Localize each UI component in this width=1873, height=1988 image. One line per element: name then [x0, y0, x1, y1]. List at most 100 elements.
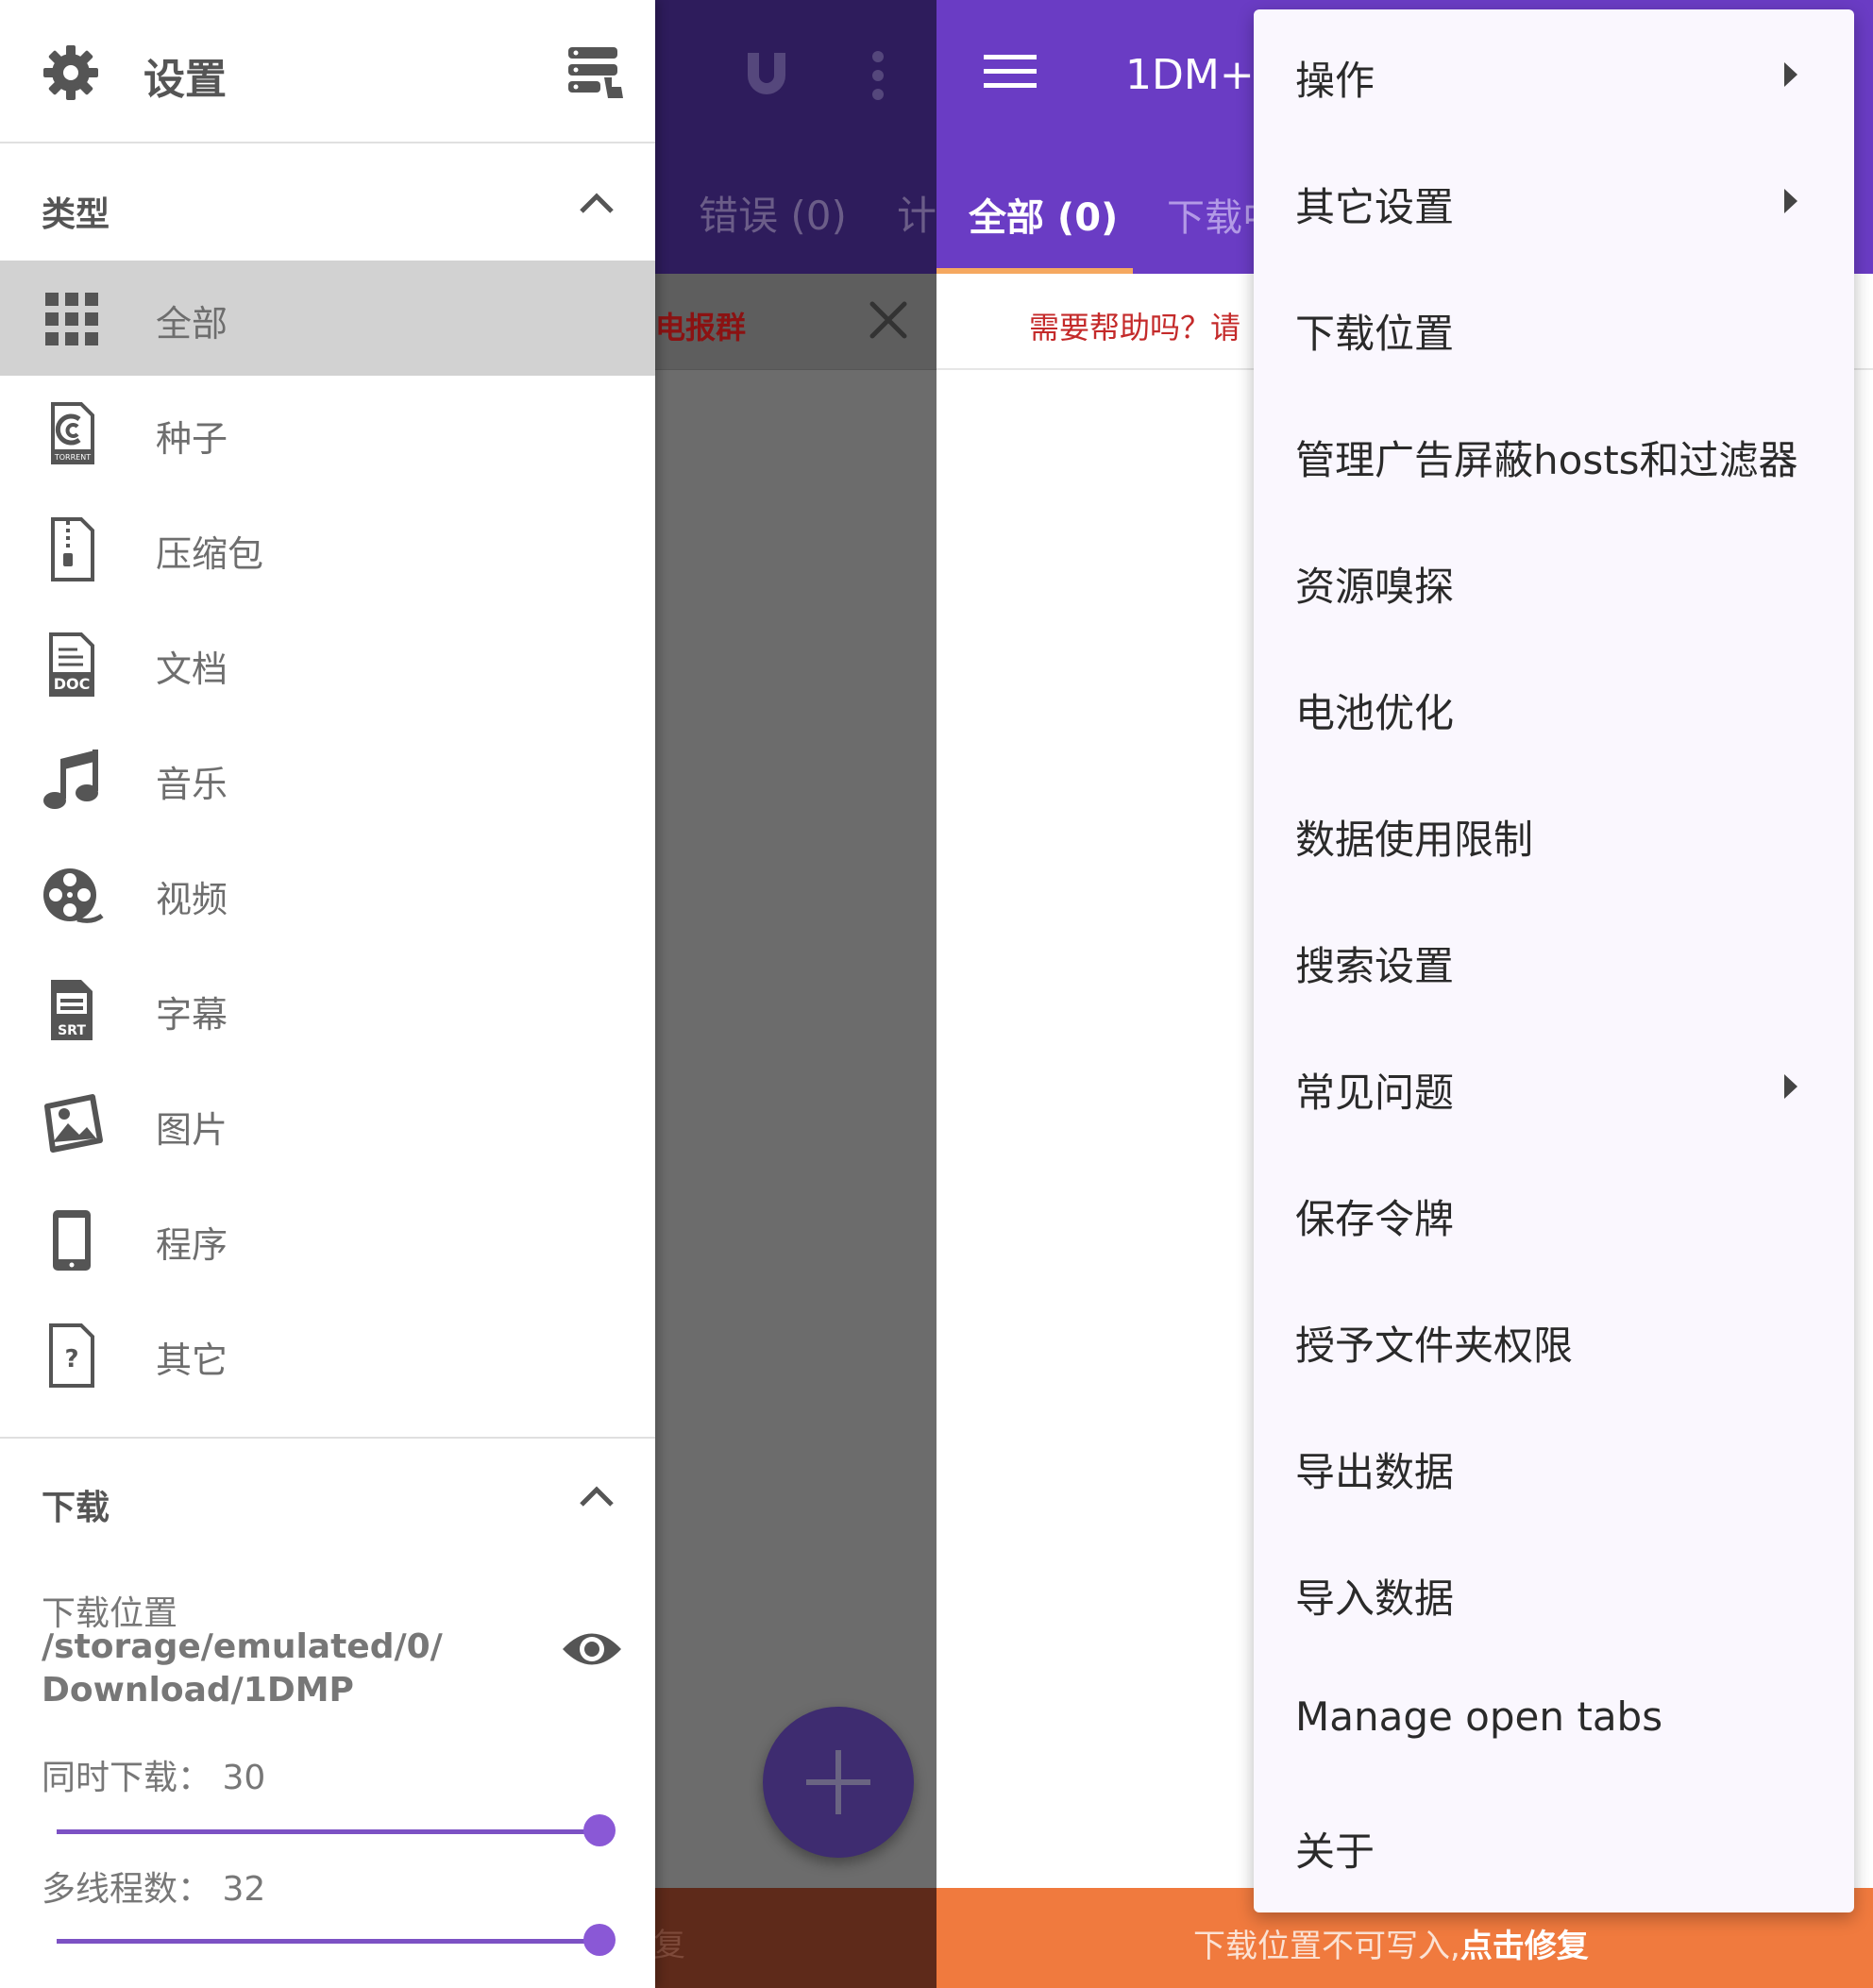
slider-track	[57, 1829, 602, 1834]
menu-item-battery-optimization[interactable]: 电池优化	[1254, 642, 1854, 768]
plus-icon	[806, 1750, 870, 1814]
thread-count-text: 多线程数：	[42, 1870, 212, 1909]
category-item-subtitle[interactable]: SRT 字幕	[0, 952, 655, 1067]
category-label: 其它	[156, 1339, 228, 1381]
menu-item-label: 保存令牌	[1295, 1196, 1455, 1242]
menu-item-label: 操作	[1295, 58, 1375, 104]
tab-partial[interactable]: 计	[897, 184, 936, 242]
types-section-header[interactable]: 类型	[0, 147, 655, 261]
category-item-other[interactable]: ? 其它	[0, 1297, 655, 1412]
category-item-torrent[interactable]: TORRENT 种子	[0, 376, 655, 491]
tab-errors[interactable]: 错误 (0)	[699, 184, 847, 242]
category-item-music[interactable]: 音乐	[0, 721, 655, 836]
doc-file-icon: DOC	[49, 632, 94, 697]
add-download-fab[interactable]	[763, 1707, 914, 1858]
drawer-header: 设置	[0, 0, 655, 143]
thread-count-value: 32	[222, 1870, 266, 1909]
menu-item-resource-sniffer[interactable]: 资源嗅探	[1254, 515, 1854, 642]
submenu-arrow-icon	[1784, 189, 1797, 213]
category-item-all[interactable]: 全部	[0, 261, 655, 376]
category-item-document[interactable]: DOC 文档	[0, 606, 655, 721]
category-label: 全部	[156, 303, 228, 345]
menu-item-label: 关于	[1295, 1828, 1375, 1875]
drawer-title: 设置	[143, 56, 227, 104]
eye-icon[interactable]	[561, 1626, 623, 1673]
menu-item-label: 常见问题	[1295, 1070, 1455, 1116]
menu-item-data-limit[interactable]: 数据使用限制	[1254, 768, 1854, 895]
concurrent-downloads-value: 30	[222, 1759, 266, 1797]
download-section-header[interactable]: 下载	[0, 1440, 655, 1554]
category-label: 压缩包	[156, 533, 264, 575]
gear-icon[interactable]	[42, 43, 100, 102]
magnet-icon[interactable]	[740, 49, 793, 102]
types-section-title: 类型	[42, 195, 110, 234]
help-banner-text[interactable]: 需要帮助吗？请	[1029, 304, 1240, 347]
category-label: 字幕	[156, 994, 228, 1036]
srt-file-icon: SRT	[51, 980, 93, 1040]
menu-item-label: 搜索设置	[1295, 943, 1455, 989]
menu-item-label: 下载位置	[1295, 311, 1455, 357]
thread-count-slider[interactable]	[57, 1922, 616, 1960]
tab-all[interactable]: 全部 (0)	[969, 187, 1118, 242]
concurrent-downloads-label: 同时下载： 30	[42, 1750, 265, 1799]
category-item-image[interactable]: 图片	[0, 1067, 655, 1182]
menu-item-label: 管理广告屏蔽hosts和过滤器	[1295, 437, 1798, 483]
fix-link[interactable]: 点击修复	[1460, 1928, 1589, 1965]
thread-count-label: 多线程数： 32	[42, 1862, 265, 1911]
menu-item-folder-permission[interactable]: 授予文件夹权限	[1254, 1274, 1854, 1401]
menu-item-save-token[interactable]: 保存令牌	[1254, 1148, 1854, 1274]
phone-icon	[53, 1210, 91, 1271]
category-label: 音乐	[156, 764, 228, 805]
torrent-icon: TORRENT	[51, 402, 94, 464]
navigation-drawer: 设置 类型 全部 TORRENT 种子 压缩包 DOC 文档 音乐 视频 SRT…	[0, 0, 655, 1988]
left-screenshot: 错误 (0) 计 电报群 复 设置 类型 全部 TORRENT 种子 压缩包 D…	[0, 0, 936, 1988]
concurrent-downloads-slider[interactable]	[57, 1812, 616, 1850]
category-label: 视频	[156, 879, 228, 920]
image-icon	[44, 1094, 103, 1153]
menu-item-label: 授予文件夹权限	[1295, 1323, 1574, 1369]
chevron-up-icon[interactable]	[578, 191, 616, 215]
section-divider	[0, 1437, 655, 1439]
slider-thumb[interactable]	[583, 1814, 616, 1846]
server-settings-icon[interactable]	[566, 45, 625, 100]
submenu-arrow-icon	[1784, 1074, 1797, 1099]
menu-item-adblock[interactable]: 管理广告屏蔽hosts和过滤器	[1254, 389, 1854, 515]
download-location-path[interactable]: /storage/emulated/0/ Download/1DMP	[42, 1626, 514, 1712]
category-label: 图片	[156, 1109, 228, 1151]
menu-item-export-data[interactable]: 导出数据	[1254, 1401, 1854, 1527]
menu-item-other-settings[interactable]: 其它设置	[1254, 136, 1854, 262]
slider-thumb[interactable]	[583, 1924, 616, 1956]
menu-item-import-data[interactable]: 导入数据	[1254, 1527, 1854, 1654]
warning-bar-text[interactable]: 下载位置不可写入,点击修复	[1193, 1920, 1589, 1966]
menu-item-faq[interactable]: 常见问题	[1254, 1021, 1854, 1148]
category-item-app[interactable]: 程序	[0, 1182, 655, 1297]
category-label: 程序	[156, 1224, 228, 1266]
grid-icon	[45, 293, 98, 345]
svg-text:DOC: DOC	[54, 675, 91, 693]
svg-text:TORRENT: TORRENT	[54, 453, 91, 462]
close-icon[interactable]	[867, 298, 910, 342]
chevron-up-icon[interactable]	[578, 1484, 616, 1508]
download-section-title: 下载	[42, 1489, 110, 1527]
download-location-path-line-2: Download/1DMP	[42, 1671, 354, 1710]
menu-item-label: 资源嗅探	[1295, 564, 1455, 610]
menu-item-about[interactable]: 关于	[1254, 1780, 1854, 1907]
music-note-icon	[43, 750, 98, 809]
hamburger-menu-icon[interactable]	[984, 53, 1037, 91]
menu-item-label: 导入数据	[1295, 1575, 1455, 1622]
more-vert-icon[interactable]	[869, 49, 887, 102]
menu-item-actions[interactable]: 操作	[1254, 9, 1854, 136]
category-label: 文档	[156, 649, 228, 690]
menu-item-download-location[interactable]: 下载位置	[1254, 262, 1854, 389]
category-item-archive[interactable]: 压缩包	[0, 491, 655, 606]
category-item-video[interactable]: 视频	[0, 836, 655, 952]
menu-item-label: 数据使用限制	[1295, 817, 1534, 863]
menu-item-search-settings[interactable]: 搜索设置	[1254, 895, 1854, 1021]
menu-item-manage-tabs[interactable]: Manage open tabs	[1254, 1654, 1854, 1780]
banner-text[interactable]: 电报群	[655, 304, 746, 347]
svg-text:SRT: SRT	[58, 1023, 86, 1038]
menu-item-label: Manage open tabs	[1295, 1693, 1663, 1740]
menu-item-label: 导出数据	[1295, 1449, 1455, 1495]
overflow-menu: 操作 其它设置 下载位置 管理广告屏蔽hosts和过滤器 资源嗅探 电池优化 数…	[1254, 9, 1854, 1912]
film-reel-icon	[43, 868, 104, 923]
